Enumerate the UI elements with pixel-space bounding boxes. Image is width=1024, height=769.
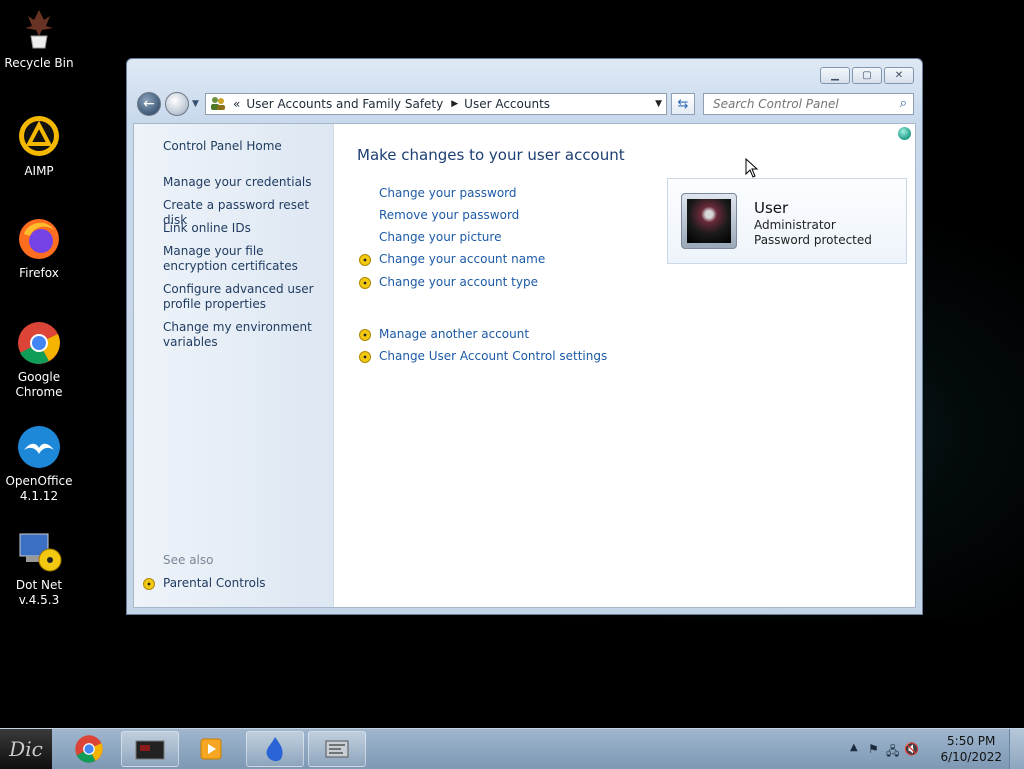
desktop-icon-label: Google Chrome <box>15 370 63 399</box>
refresh-button[interactable]: ⇆ <box>671 93 695 115</box>
uac-shield-icon <box>359 329 371 341</box>
action-center-flag-icon[interactable]: ⚑ <box>868 742 879 756</box>
desktop-icon-recycle-bin[interactable]: Recycle Bin <box>0 6 78 71</box>
taskbar-media-button[interactable] <box>121 731 179 767</box>
desktop-icon-label: Recycle Bin <box>4 56 74 70</box>
address-bar[interactable]: « User Accounts and Family Safety ▶ User… <box>205 93 667 115</box>
chrome-icon <box>75 735 103 763</box>
show-hidden-icons-chevron-up-icon[interactable]: ▲ <box>850 742 858 753</box>
manage-credentials-link[interactable]: Manage your credentials <box>163 175 328 190</box>
control-panel-icon <box>325 740 349 758</box>
restore-icon: ▢ <box>862 70 872 81</box>
avatar[interactable] <box>681 193 737 249</box>
forward-button[interactable] <box>165 92 189 116</box>
user-name: User <box>754 199 789 217</box>
desktop-icon-label: Dot Net v.4.5.3 <box>15 578 63 607</box>
uac-shield-icon <box>359 254 371 266</box>
taskbar-clock[interactable]: 5:50 PM 6/10/2022 <box>940 733 1002 765</box>
address-dropdown-chevron-down-icon[interactable]: ▼ <box>655 99 662 109</box>
start-button[interactable]: Dic <box>0 729 52 769</box>
chrome-icon <box>16 320 62 366</box>
content-area: Control Panel Home Manage your credentia… <box>133 123 916 608</box>
network-icon[interactable]: 🖧 <box>886 742 899 763</box>
desktop-icon-openoffice[interactable]: OpenOffice 4.1.12 <box>0 424 78 504</box>
uac-shield-icon <box>359 277 371 289</box>
search-box[interactable]: ⌕ <box>703 93 914 115</box>
system-tray: ▲ ⚑ 🖧 🔇 5:50 PM 6/10/2022 <box>824 729 1024 769</box>
desktop-icon-label: OpenOffice 4.1.12 <box>5 474 73 503</box>
window-controls: ▁ ▢ ✕ <box>820 67 914 84</box>
breadcrumb-overflow[interactable]: « <box>233 97 240 111</box>
change-picture-link[interactable]: Change your picture <box>379 230 501 244</box>
show-desktop-button[interactable] <box>1009 729 1024 769</box>
aimp-icon <box>16 114 62 160</box>
desktop-icon-dotnet[interactable]: Dot Net v.4.5.3 <box>0 528 78 608</box>
minimize-button[interactable]: ▁ <box>820 67 850 84</box>
see-also-heading: See also <box>163 553 214 567</box>
manage-another-account-link[interactable]: Manage another account <box>379 327 529 341</box>
firefox-icon <box>16 216 62 262</box>
close-button[interactable]: ✕ <box>884 67 914 84</box>
taskbar: Dic ▲ ⚑ 🖧 🔇 5:50 PM 6/10/2022 <box>0 728 1024 769</box>
left-navigation-pane: Control Panel Home Manage your credentia… <box>134 124 334 607</box>
recycle-bin-icon <box>16 6 62 52</box>
recent-pages-chevron-down-icon[interactable]: ▼ <box>192 99 199 109</box>
mouse-cursor-icon <box>745 158 759 178</box>
breadcrumb-user-accounts[interactable]: User Accounts <box>464 97 550 111</box>
breadcrumb-separator-icon[interactable]: ▶ <box>451 99 458 109</box>
openoffice-icon <box>16 424 62 470</box>
taskbar-chrome-button[interactable] <box>60 731 118 767</box>
change-account-type-link[interactable]: Change your account type <box>379 275 538 289</box>
environment-variables-link[interactable]: Change my environment variables <box>163 320 328 350</box>
taskbar-control-panel-button[interactable] <box>308 731 366 767</box>
page-title: Make changes to your user account <box>357 146 625 164</box>
clock-date: 6/10/2022 <box>940 750 1002 764</box>
taskbar-app-button[interactable] <box>246 731 304 767</box>
folder-media-icon <box>135 740 165 760</box>
uac-settings-link[interactable]: Change User Account Control settings <box>379 349 607 363</box>
desktop-icon-label: AIMP <box>24 164 54 178</box>
breadcrumb-user-accounts-family-safety[interactable]: User Accounts and Family Safety <box>246 97 443 111</box>
navigation-toolbar: ← ▼ « User Accounts and Family Safety ▶ … <box>135 91 914 117</box>
taskbar-player-button[interactable] <box>182 731 240 767</box>
blue-flame-app-icon <box>266 737 283 762</box>
user-picture <box>687 199 731 243</box>
parental-controls-link[interactable]: Parental Controls <box>163 576 266 590</box>
user-account-card: User Administrator Password protected <box>667 178 907 264</box>
user-role: Administrator <box>754 218 836 232</box>
close-icon: ✕ <box>894 70 904 81</box>
help-icon[interactable] <box>898 127 911 140</box>
back-button[interactable]: ← <box>137 92 161 116</box>
desktop-icon-chrome[interactable]: Google Chrome <box>0 320 78 400</box>
search-icon[interactable]: ⌕ <box>900 96 907 111</box>
user-accounts-icon <box>209 95 227 114</box>
advanced-user-profile-link[interactable]: Configure advanced user profile properti… <box>163 282 328 312</box>
dotnet-installer-icon <box>16 528 62 574</box>
refresh-icon: ⇆ <box>677 96 689 112</box>
link-online-ids-link[interactable]: Link online IDs <box>163 221 328 236</box>
maximize-button[interactable]: ▢ <box>852 67 882 84</box>
file-encryption-certificates-link[interactable]: Manage your file encryption certificates <box>163 244 328 274</box>
desktop-icon-label: Firefox <box>19 266 59 280</box>
search-input[interactable] <box>711 96 913 112</box>
change-password-link[interactable]: Change your password <box>379 186 517 200</box>
desktop-icon-firefox[interactable]: Firefox <box>0 216 78 281</box>
remove-password-link[interactable]: Remove your password <box>379 208 519 222</box>
uac-shield-icon <box>359 351 371 363</box>
user-password-status: Password protected <box>754 233 872 247</box>
arrow-left-icon: ← <box>143 96 155 112</box>
volume-muted-icon[interactable]: 🔇 <box>904 742 919 756</box>
desktop-icon-aimp[interactable]: AIMP <box>0 114 78 179</box>
control-panel-window: ▁ ▢ ✕ ← ▼ « User Accounts and Family Saf… <box>126 58 923 615</box>
control-panel-home-link[interactable]: Control Panel Home <box>163 139 328 154</box>
clock-time: 5:50 PM <box>947 734 996 748</box>
uac-shield-icon <box>143 578 155 590</box>
change-account-name-link[interactable]: Change your account name <box>379 252 545 266</box>
media-player-icon <box>200 738 222 760</box>
minimize-icon: ▁ <box>831 70 839 81</box>
